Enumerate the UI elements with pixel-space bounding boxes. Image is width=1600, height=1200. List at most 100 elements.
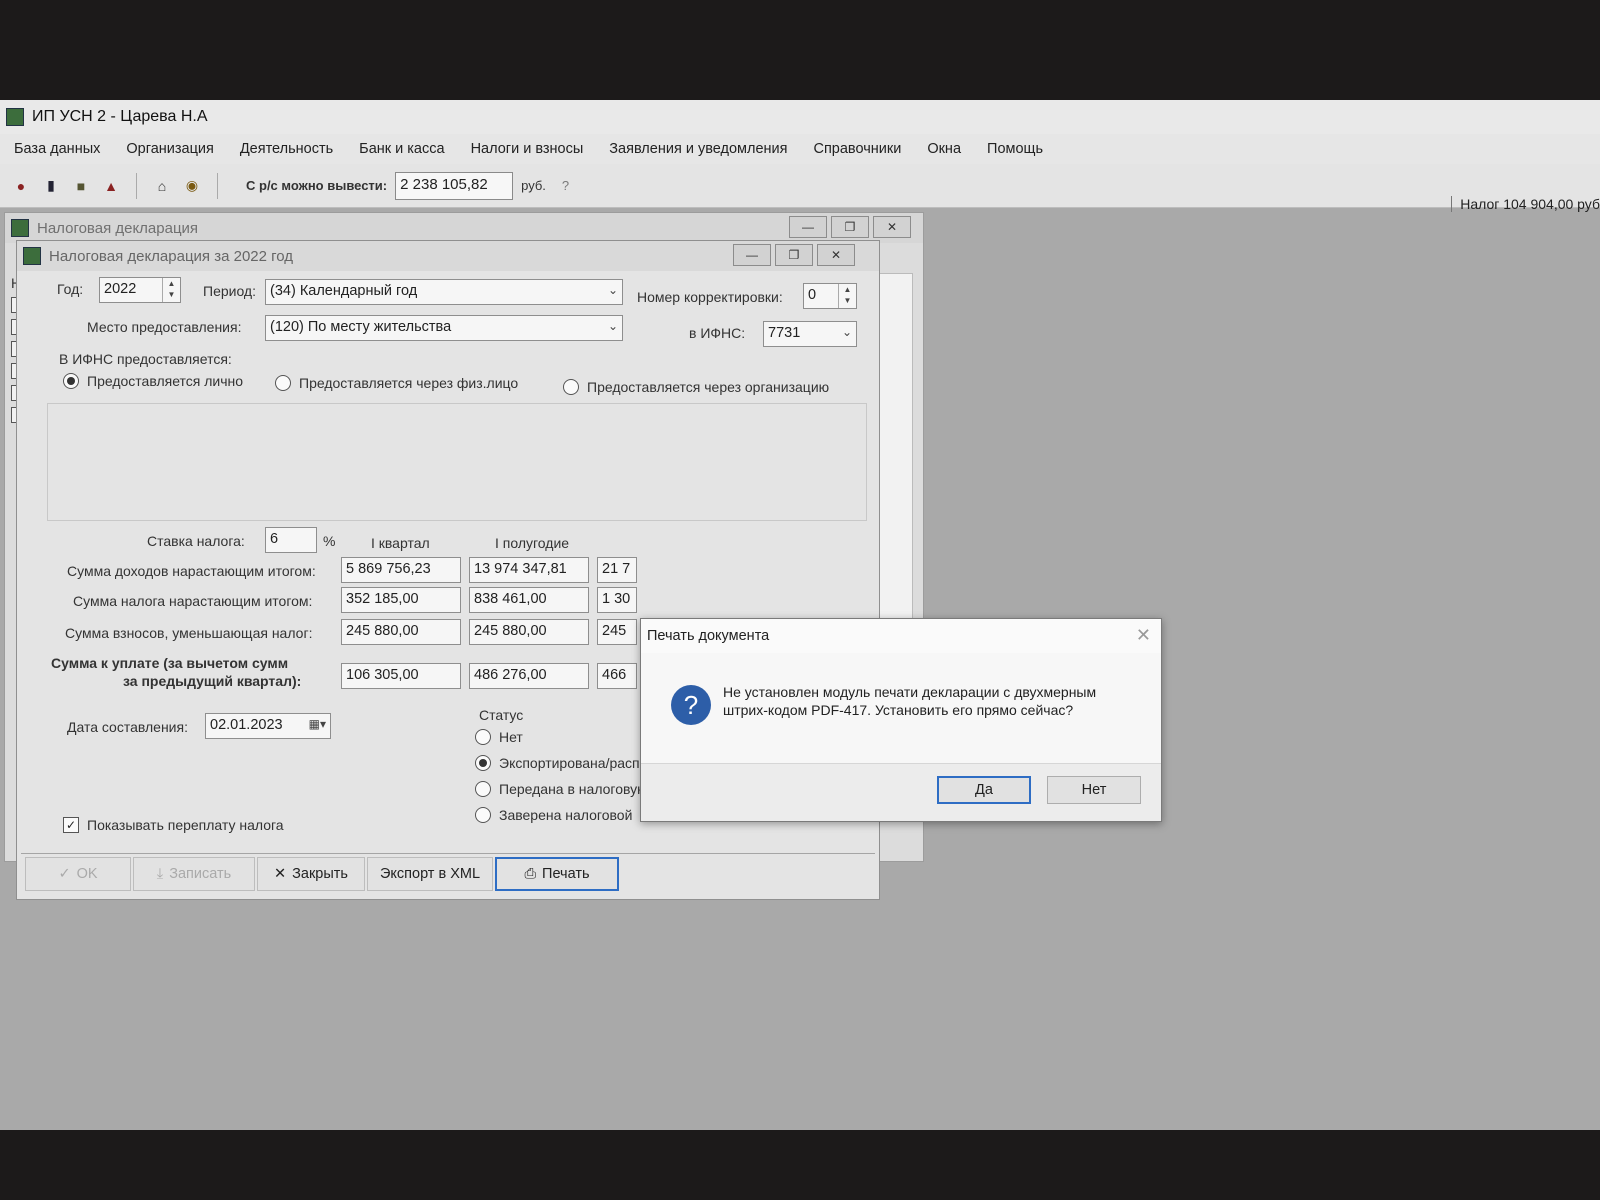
print-dialog-body: ? Не установлен модуль печати декларации… [641, 653, 1161, 763]
provision-header: В ИФНС предоставляется: [59, 351, 232, 367]
window-icon [23, 247, 41, 265]
income-h1-field[interactable]: 13 974 347,81 [469, 557, 589, 583]
tax-q1-field[interactable]: 352 185,00 [341, 587, 461, 613]
status-option-label: Заверена налоговой [499, 807, 633, 823]
declaration-list-window-controls: — ❐ ✕ [789, 216, 911, 238]
radio-icon [563, 379, 579, 395]
menu-item-bank-cash[interactable]: Банк и касса [359, 141, 444, 157]
rate-label: Ставка налога: [147, 533, 245, 549]
tax-summary: Налог 104 904,00 руб [1451, 196, 1600, 212]
payment-q1-field[interactable]: 106 305,00 [341, 663, 461, 689]
radio-icon [475, 729, 491, 745]
contributions-9m-field[interactable]: 245 [597, 619, 637, 645]
year-spinner[interactable]: 2022 ▲ ▼ [99, 277, 181, 303]
yes-button[interactable]: Да [937, 776, 1031, 804]
status-option-certified[interactable]: Заверена налоговой [475, 807, 632, 823]
close-icon[interactable]: ✕ [817, 244, 855, 266]
cell-value: 245 880,00 [474, 623, 547, 639]
menu-item-applications[interactable]: Заявления и уведомления [609, 141, 787, 157]
print-dialog-titlebar: Печать документа ✕ [641, 619, 1161, 653]
status-option-submitted[interactable]: Передана в налоговую [475, 781, 648, 797]
coins-icon[interactable]: ◉ [181, 175, 203, 197]
ifns-label: в ИФНС: [689, 325, 746, 341]
export-xml-button[interactable]: Экспорт в XML [367, 856, 493, 891]
status-option-none[interactable]: Нет [475, 729, 523, 745]
print-dialog-footer: Да Нет [641, 763, 1161, 821]
no-button[interactable]: Нет [1047, 776, 1141, 804]
cell-value: 352 185,00 [346, 591, 419, 607]
maximize-icon[interactable]: ❐ [831, 216, 869, 238]
date-picker[interactable]: 02.01.2023 ▦▾ [205, 713, 331, 739]
book-icon[interactable]: ▮ [40, 175, 62, 197]
radio-icon [275, 375, 291, 391]
spinner-arrows-icon[interactable]: ▲ ▼ [162, 278, 180, 302]
provision-option-organization[interactable]: Предоставляется через организацию [563, 379, 829, 395]
app-title: ИП УСН 2 - Царева Н.А [32, 108, 208, 125]
payment-h1-field[interactable]: 486 276,00 [469, 663, 589, 689]
app-icon [6, 108, 24, 126]
menu-item-organization[interactable]: Организация [126, 141, 213, 157]
save-button[interactable]: ⤓ Записать [133, 856, 255, 891]
radio-icon [475, 781, 491, 797]
cell-value: 245 880,00 [346, 623, 419, 639]
printer-icon: ⎙ [524, 865, 537, 882]
menu-bar: База данных Организация Деятельность Бан… [0, 134, 1600, 164]
truck-icon[interactable]: ■ [70, 175, 92, 197]
rate-field[interactable]: 6 [265, 527, 317, 553]
menu-item-help[interactable]: Помощь [987, 141, 1043, 157]
save-label: Записать [169, 865, 232, 882]
ifns-select[interactable]: 7731 ⌄ [763, 321, 857, 347]
fire-icon[interactable]: ▲ [100, 175, 122, 197]
close-icon[interactable]: ✕ [1136, 625, 1151, 646]
chevron-down-icon: ⌄ [607, 319, 618, 333]
window-icon [11, 219, 29, 237]
declaration-button-bar: ✓ OK ⤓ Записать ✕ Закрыть Экспорт в XML … [21, 853, 875, 893]
provision-option-personal[interactable]: Предоставляется лично [63, 373, 243, 389]
show-overpay-checkbox[interactable]: ✓ Показывать переплату налога [63, 817, 284, 833]
close-button[interactable]: ✕ Закрыть [257, 856, 365, 891]
menu-item-references[interactable]: Справочники [813, 141, 901, 157]
spinner-arrows-icon[interactable]: ▲ ▼ [838, 284, 856, 308]
menu-item-taxes[interactable]: Налоги и взносы [471, 141, 584, 157]
tax-h1-field[interactable]: 838 461,00 [469, 587, 589, 613]
minimize-icon[interactable]: — [733, 244, 771, 266]
correction-spinner[interactable]: 0 ▲ ▼ [803, 283, 857, 309]
calendar-icon[interactable]: ▦▾ [309, 717, 326, 731]
rate-unit: % [323, 533, 336, 549]
contributions-q1-field[interactable]: 245 880,00 [341, 619, 461, 645]
print-dialog-title: Печать документа [647, 628, 770, 644]
maximize-icon[interactable]: ❐ [775, 244, 813, 266]
cell-value: 245 [602, 623, 627, 639]
close-icon[interactable]: ✕ [873, 216, 911, 238]
menu-item-windows[interactable]: Окна [927, 141, 961, 157]
place-select[interactable]: (120) По месту жительства ⌄ [265, 315, 623, 341]
checkmark-icon: ✓ [63, 817, 79, 833]
cell-value: 5 869 756,23 [346, 561, 431, 577]
menu-item-database[interactable]: База данных [14, 141, 100, 157]
tax-9m-field[interactable]: 1 30 [597, 587, 637, 613]
ok-button[interactable]: ✓ OK [25, 856, 131, 891]
ifns-value: 7731 [768, 325, 801, 341]
tax-row-label: Сумма налога нарастающим итогом: [73, 593, 313, 609]
help-question-icon[interactable]: ? [562, 178, 569, 193]
print-dialog-message: Не установлен модуль печати декларации с… [723, 684, 1097, 718]
download-icon: ⤓ [156, 865, 164, 882]
income-9m-field[interactable]: 21 7 [597, 557, 637, 583]
bank-icon[interactable]: ⌂ [151, 175, 173, 197]
payment-9m-field[interactable]: 466 [597, 663, 637, 689]
period-select[interactable]: (34) Календарный год ⌄ [265, 279, 623, 305]
export-xml-label: Экспорт в XML [379, 865, 481, 882]
date-value: 02.01.2023 [210, 717, 283, 733]
contributions-h1-field[interactable]: 245 880,00 [469, 619, 589, 645]
menu-item-activity[interactable]: Деятельность [240, 141, 333, 157]
rate-value: 6 [270, 531, 279, 547]
minimize-icon[interactable]: — [789, 216, 827, 238]
cell-value: 106 305,00 [346, 667, 419, 683]
provision-option-label: Предоставляется лично [87, 373, 244, 389]
print-button[interactable]: ⎙ Печать [495, 856, 619, 891]
provision-option-individual[interactable]: Предоставляется через физ.лицо [275, 375, 518, 391]
income-q1-field[interactable]: 5 869 756,23 [341, 557, 461, 583]
user-icon[interactable]: ● [10, 175, 32, 197]
cell-value: 13 974 347,81 [474, 561, 567, 577]
app-title-bar: ИП УСН 2 - Царева Н.А [0, 100, 1600, 134]
